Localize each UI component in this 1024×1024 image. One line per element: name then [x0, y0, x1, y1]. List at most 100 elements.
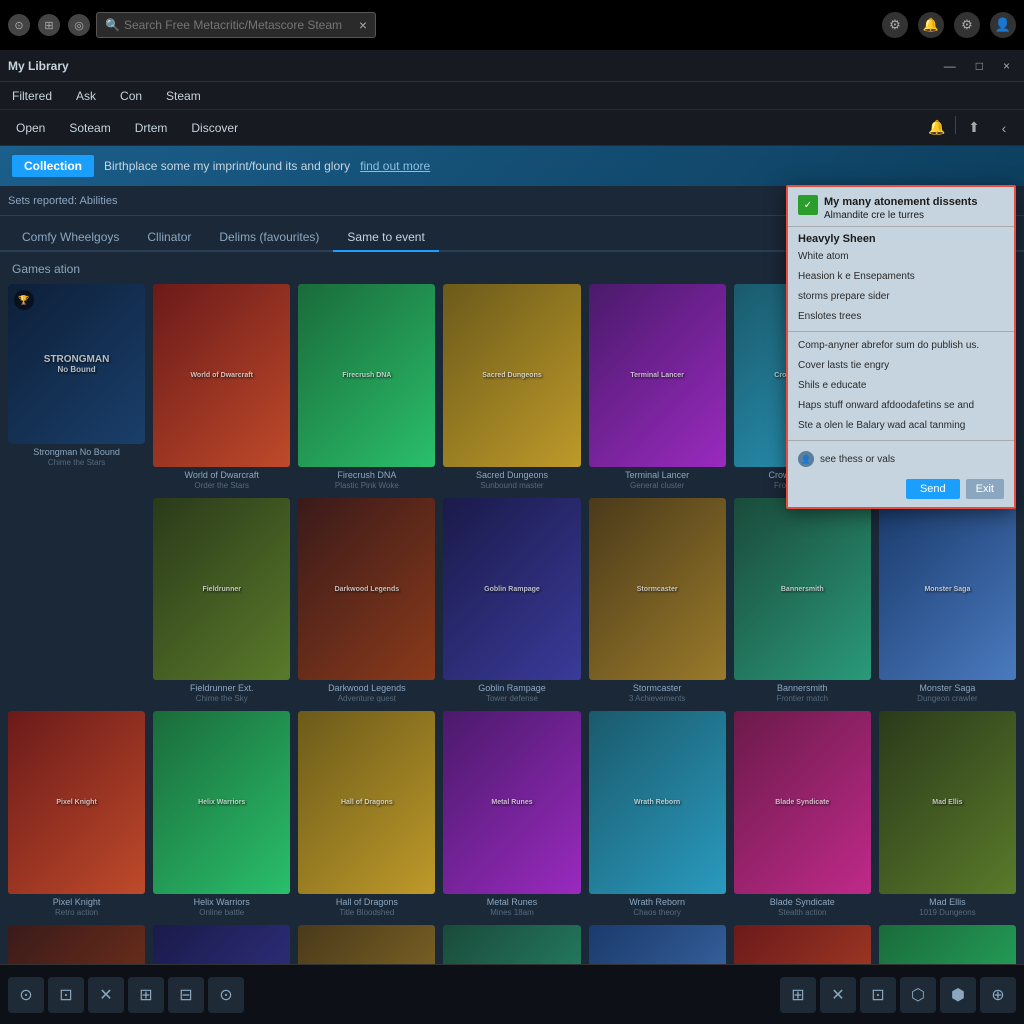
game-title: Firecrush DNA [298, 470, 435, 481]
exit-button[interactable]: Exit [966, 479, 1004, 499]
user-icon[interactable]: 👤 [990, 12, 1016, 38]
taskbar-icon-rect[interactable]: ⊟ [168, 977, 204, 1013]
settings-icon-2[interactable]: ⚙ [954, 12, 980, 38]
list-item[interactable]: Helix Warriors Helix Warriors Online bat… [153, 711, 290, 917]
tab-comfy[interactable]: Comfy Wheelgoys [8, 224, 133, 252]
list-item[interactable]: Sacred Dungeons Sacred Dungeons Sunbound… [443, 284, 580, 490]
tab-delims[interactable]: Delims (favourites) [205, 224, 333, 252]
list-item[interactable]: Mad Ellis Mad Ellis 1019 Dungeons [879, 711, 1016, 917]
game-subtitle: Adventure quest [298, 694, 435, 703]
list-item[interactable]: Stygian Raiders Stygian Raiders Dungeon … [589, 925, 726, 964]
list-item[interactable]: STRONGMAN No Bound 🏆 Strongman No Bound … [8, 284, 145, 703]
game-cover-text: Monster Saga [879, 498, 1016, 681]
popup-header-icon: ✓ [798, 195, 818, 215]
list-item[interactable]: Stormcaster Stormcaster 3 Achievements [589, 498, 726, 704]
list-item[interactable]: Rogue Planet Rogue Planet Sci-fi combat [734, 925, 871, 964]
close-search-icon[interactable]: × [359, 17, 367, 33]
popup-menu-item-white-atom[interactable]: White atom [788, 247, 1014, 267]
list-item[interactable]: Dungeon Smashers Dungeon Smashers Arena … [879, 925, 1016, 964]
game-subtitle: Plastic Pink Woke [298, 481, 435, 490]
menu-filtered[interactable]: Filtered [8, 87, 56, 105]
list-item[interactable]: Iron Dungeons Iron Dungeons 7 Achievemen… [298, 925, 435, 964]
list-item[interactable]: Blade Syndicate Blade Syndicate Stealth … [734, 711, 871, 917]
toolbar-upload-icon[interactable]: ⬆ [962, 116, 986, 140]
game-title: Stormcaster [589, 683, 726, 694]
list-item[interactable]: Fieldrunner Fieldrunner Ext. Chime the S… [153, 498, 290, 704]
game-subtitle: 1019 Dungeons [879, 908, 1016, 917]
popup-menu-item-storms[interactable]: storms prepare sider [788, 287, 1014, 307]
list-item[interactable]: Pixel Knight Pixel Knight Retro action [8, 711, 145, 917]
list-item[interactable]: Monster Saga Monster Saga Dungeon crawle… [879, 498, 1016, 704]
list-item[interactable]: Metal Runes Metal Runes Mines 18am [443, 711, 580, 917]
list-item[interactable]: Firecrush DNA Firecrush DNA Plastic Pink… [298, 284, 435, 490]
list-item[interactable]: Terminal Lancer Terminal Lancer General … [589, 284, 726, 490]
list-item[interactable]: Goblin Rampage Goblin Rampage Tower defe… [443, 498, 580, 704]
window-title: My Library [8, 59, 69, 73]
taskbar-bottom-icon-2[interactable]: ✕ [820, 977, 856, 1013]
taskbar-icon-circle[interactable]: ⊙ [8, 977, 44, 1013]
list-item[interactable]: Fortress Assault Fortress Assault Tower … [153, 925, 290, 964]
list-item[interactable]: Runesmith Runesmith Online Cloud gaming [8, 925, 145, 964]
open-button[interactable]: Open [8, 117, 53, 139]
list-item[interactable]: World of Dwarcraft World of Dwarcraft Or… [153, 284, 290, 490]
popup-menu-item-heasion[interactable]: Heasion k e Ensepaments [788, 267, 1014, 287]
taskbar-right-icon[interactable]: ⊕ [980, 977, 1016, 1013]
popup-menu-item-cover[interactable]: Cover lasts tie engry [788, 356, 1014, 376]
game-cover-text: Goblin Rampage [443, 498, 580, 681]
search-input[interactable] [124, 18, 355, 32]
game-title: World of Dwarcraft [153, 470, 290, 481]
popup-menu-item-haps[interactable]: Haps stuff onward afdoodafetins se and [788, 396, 1014, 416]
banner-link[interactable]: find out more [360, 159, 430, 173]
menu-ask[interactable]: Ask [72, 87, 100, 105]
game-cover-text: Terminal Lancer [589, 284, 726, 467]
list-item[interactable]: Darkwood Legends Darkwood Legends Advent… [298, 498, 435, 704]
filter-text: Sets reported: Abilities [8, 195, 117, 207]
steam-icon-2[interactable]: ⊞ [38, 14, 60, 36]
tab-cllinator[interactable]: Cllinator [133, 224, 205, 252]
collection-button[interactable]: Collection [12, 155, 94, 177]
popup-menu-item-ste[interactable]: Ste a olen le Balary wad acal tanming [788, 416, 1014, 436]
taskbar-icon-x[interactable]: ✕ [88, 977, 124, 1013]
steam-icon-3[interactable]: ◎ [68, 14, 90, 36]
popup-menu-item-shils[interactable]: Shils e educate [788, 376, 1014, 396]
toolbar-bell-icon[interactable]: 🔔 [925, 116, 949, 140]
list-item[interactable]: Wrath Reborn Wrath Reborn Chaos theory [589, 711, 726, 917]
popup-header: ✓ My many atonement dissents Almandite c… [788, 187, 1014, 227]
menu-steam[interactable]: Steam [162, 87, 205, 105]
popup-menu-item-enslotes[interactable]: Enslotes trees [788, 307, 1014, 327]
taskbar-bottom-icon-3[interactable]: ⊡ [860, 977, 896, 1013]
settings-icon-1[interactable]: ⚙ [882, 12, 908, 38]
close-window-button[interactable]: × [997, 57, 1016, 75]
list-item[interactable]: Ironclad Fury Ironclad Fury Combat 18am [443, 925, 580, 964]
maximize-button[interactable]: □ [970, 57, 989, 75]
list-item[interactable]: Hall of Dragons Hall of Dragons Title Bl… [298, 711, 435, 917]
search-bar: 🔍 × [96, 12, 376, 38]
popup-menu-item-company[interactable]: Comp-anyner abrefor sum do publish us. [788, 336, 1014, 356]
popup-header-text: My many atonement dissents Almandite cre… [824, 195, 977, 222]
send-button[interactable]: Send [906, 479, 960, 499]
game-title: Hall of Dragons [298, 897, 435, 908]
game-cover-text: Dungeon Smashers [879, 925, 1016, 964]
taskbar-icon-grid[interactable]: ⊞ [128, 977, 164, 1013]
taskbar-icon-dot[interactable]: ⊙ [208, 977, 244, 1013]
taskbar-bottom-icon-4[interactable]: ⬡ [900, 977, 936, 1013]
dream-button[interactable]: Drtem [127, 117, 176, 139]
screenshot-button[interactable]: Soteam [61, 117, 118, 139]
game-cover-text: Metal Runes [443, 711, 580, 894]
taskbar-bottom-icon-1[interactable]: ⊞ [780, 977, 816, 1013]
taskbar-icon-square[interactable]: ⊡ [48, 977, 84, 1013]
game-cover-text: Wrath Reborn [589, 711, 726, 894]
game-subtitle: Tower defense [443, 694, 580, 703]
list-item[interactable]: Bannersmith Bannersmith Frontier match [734, 498, 871, 704]
steam-icon-1[interactable]: ⊙ [8, 14, 30, 36]
popup-divider-1 [788, 331, 1014, 332]
tab-same-to-event[interactable]: Same to event [333, 224, 438, 252]
taskbar-bottom-icon-5[interactable]: ⬢ [940, 977, 976, 1013]
game-subtitle: Chaos theory [589, 908, 726, 917]
toolbar-back-icon[interactable]: ‹ [992, 116, 1016, 140]
discover-button[interactable]: Discover [183, 117, 246, 139]
menu-con[interactable]: Con [116, 87, 146, 105]
notification-icon[interactable]: 🔔 [918, 12, 944, 38]
game-cover-text: Darkwood Legends [298, 498, 435, 681]
minimize-button[interactable]: — [938, 57, 962, 75]
